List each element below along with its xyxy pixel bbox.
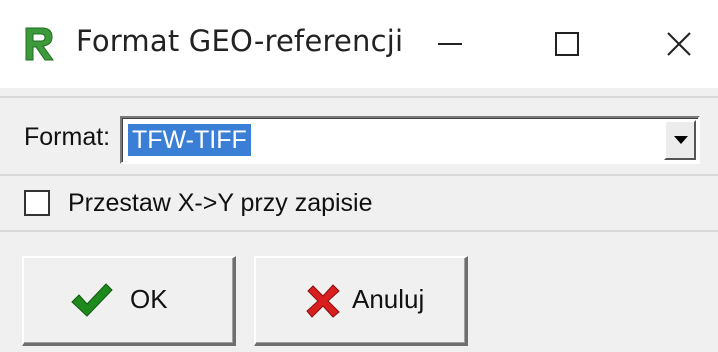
dropdown-arrow-button[interactable] <box>664 120 696 160</box>
format-group: Format: TFW-TIFF <box>0 96 718 176</box>
close-icon <box>667 32 691 56</box>
checkmark-icon <box>71 283 113 317</box>
maximize-icon <box>555 32 579 56</box>
ok-button-label: OK <box>130 284 168 314</box>
maximize-button[interactable] <box>536 20 596 68</box>
cancel-button[interactable]: Anuluj <box>254 256 468 346</box>
minimize-icon <box>438 43 462 45</box>
swap-xy-group: Przestaw X->Y przy zapisie <box>0 178 718 232</box>
ok-button[interactable]: OK <box>22 256 236 346</box>
window-title: Format GEO-referencji <box>76 24 404 58</box>
title-bar[interactable]: Format GEO-referencji <box>0 0 718 88</box>
chevron-down-icon <box>674 136 688 144</box>
cancel-button-label: Anuluj <box>352 284 425 314</box>
close-button[interactable] <box>648 20 708 68</box>
dialog-window: Format GEO-referencji Format: TFW-TIFF P… <box>0 0 718 352</box>
swap-xy-label[interactable]: Przestaw X->Y przy zapisie <box>68 189 373 218</box>
format-selected-value: TFW-TIFF <box>128 124 251 156</box>
r-app-icon <box>22 24 56 64</box>
format-label: Format: <box>24 123 111 151</box>
minimize-button[interactable] <box>420 20 480 68</box>
format-dropdown[interactable]: TFW-TIFF <box>120 116 700 164</box>
x-mark-icon <box>306 284 340 318</box>
swap-xy-checkbox[interactable] <box>24 190 50 216</box>
dialog-body: Format: TFW-TIFF Przestaw X->Y przy zapi… <box>0 88 718 352</box>
